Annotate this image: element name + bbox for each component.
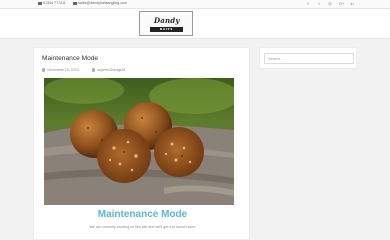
post-date-text: November 19, 2024 (47, 68, 79, 72)
post-date[interactable]: November 19, 2024 (42, 68, 79, 72)
post-author[interactable]: superful3xsdgs28 (92, 68, 125, 72)
top-bar: 01344 777411 sales@dandybaitsangling.com… (0, 0, 390, 9)
phone-icon (38, 1, 42, 5)
phone-number: 01344 777411 (43, 1, 66, 5)
user-icon (92, 68, 96, 72)
google-plus-icon[interactable]: G+ (339, 1, 344, 6)
envelope-icon (73, 1, 77, 5)
search-input[interactable] (264, 53, 354, 64)
sidebar-search-widget (259, 47, 357, 69)
maintenance-heading: Maintenance Mode (97, 209, 188, 220)
twitter-icon[interactable]: t (317, 1, 321, 6)
logo-subtitle: BAITS (150, 27, 183, 32)
email-contact[interactable]: sales@dandybaitsangling.com (73, 1, 127, 5)
boilie-bait-photo (44, 78, 234, 205)
clock-icon (42, 68, 46, 72)
main-content: Maintenance Mode November 19, 2024 super… (33, 47, 250, 240)
email-address: sales@dandybaitsangling.com (78, 1, 127, 5)
post-title[interactable]: Maintenance Mode (42, 55, 98, 62)
logo-wordmark: Dandy (154, 16, 180, 25)
site-logo[interactable]: Dandy BAITS (139, 11, 193, 36)
social-links: f t ◎ G+ in (306, 1, 354, 6)
facebook-icon[interactable]: f (306, 1, 310, 6)
instagram-icon[interactable]: ◎ (328, 1, 332, 6)
maintenance-message: We are currently working on this site an… (89, 225, 196, 229)
phone-contact[interactable]: 01344 777411 (38, 1, 66, 5)
linkedin-icon[interactable]: in (350, 1, 354, 6)
site-header: Dandy BAITS (0, 9, 390, 39)
post-author-text: superful3xsdgs28 (97, 68, 126, 72)
